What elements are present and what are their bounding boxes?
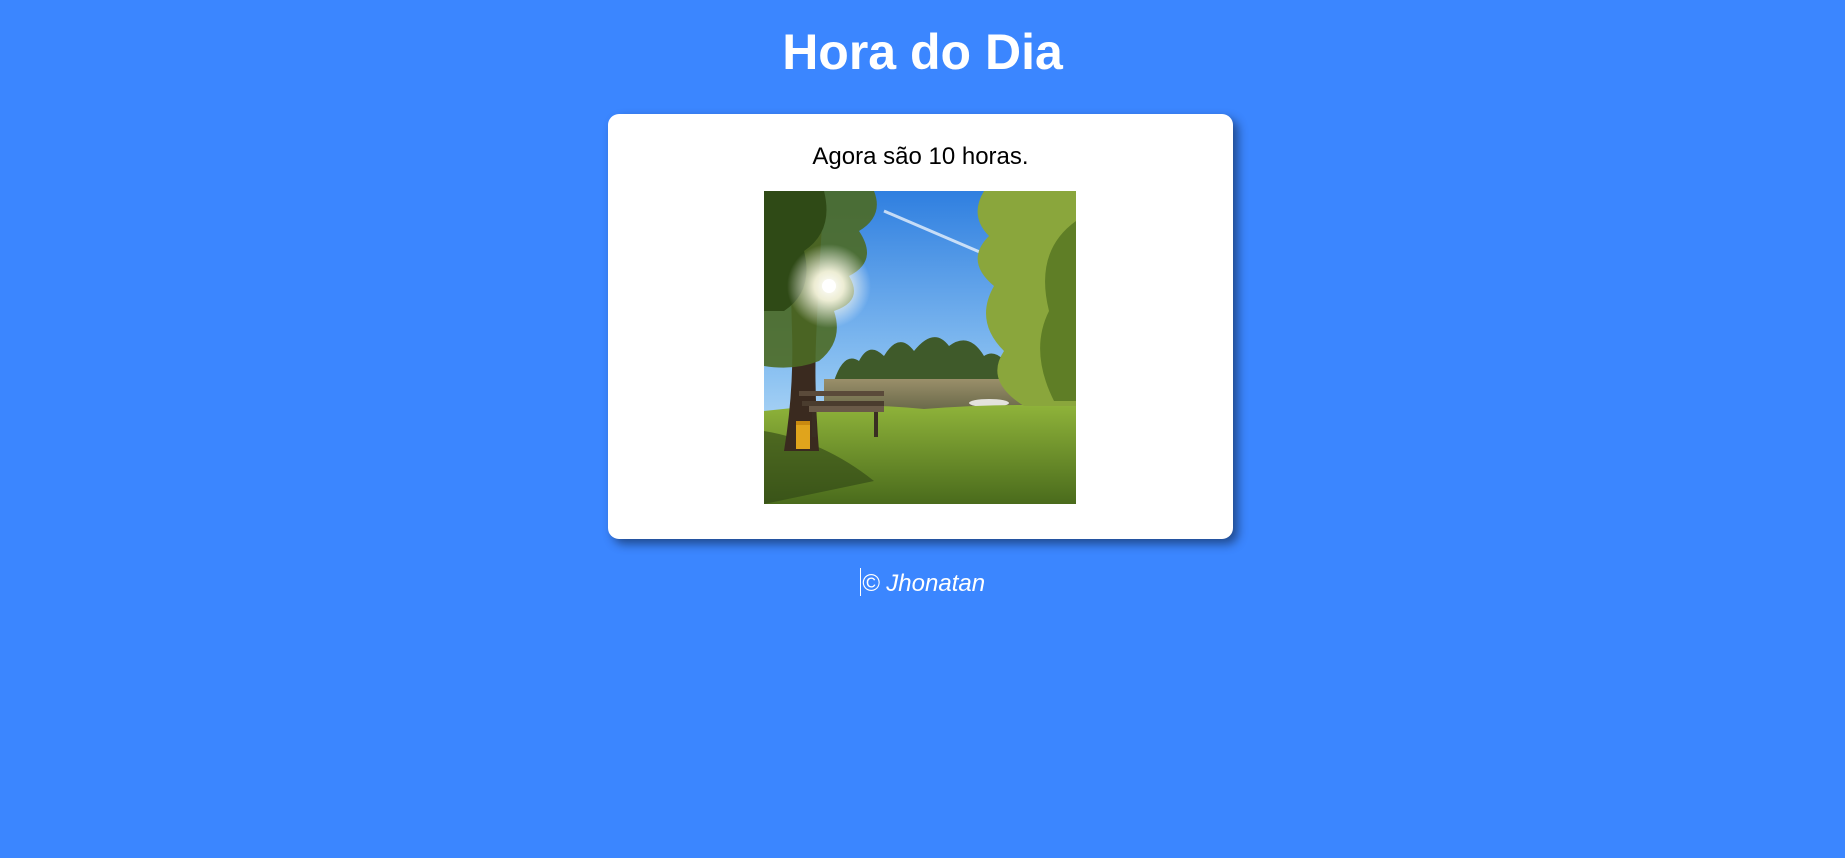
content-card: Agora são 10 horas. bbox=[608, 114, 1233, 539]
author-name: Jhonatan bbox=[886, 570, 986, 597]
time-message: Agora são 10 horas. bbox=[812, 143, 1029, 170]
morning-park-image bbox=[764, 191, 1076, 504]
text-cursor bbox=[859, 568, 861, 596]
copyright-symbol: © bbox=[861, 570, 880, 597]
copyright-footer: © Jhonatan bbox=[0, 568, 1845, 599]
page-title: Hora do Dia bbox=[782, 24, 1063, 80]
